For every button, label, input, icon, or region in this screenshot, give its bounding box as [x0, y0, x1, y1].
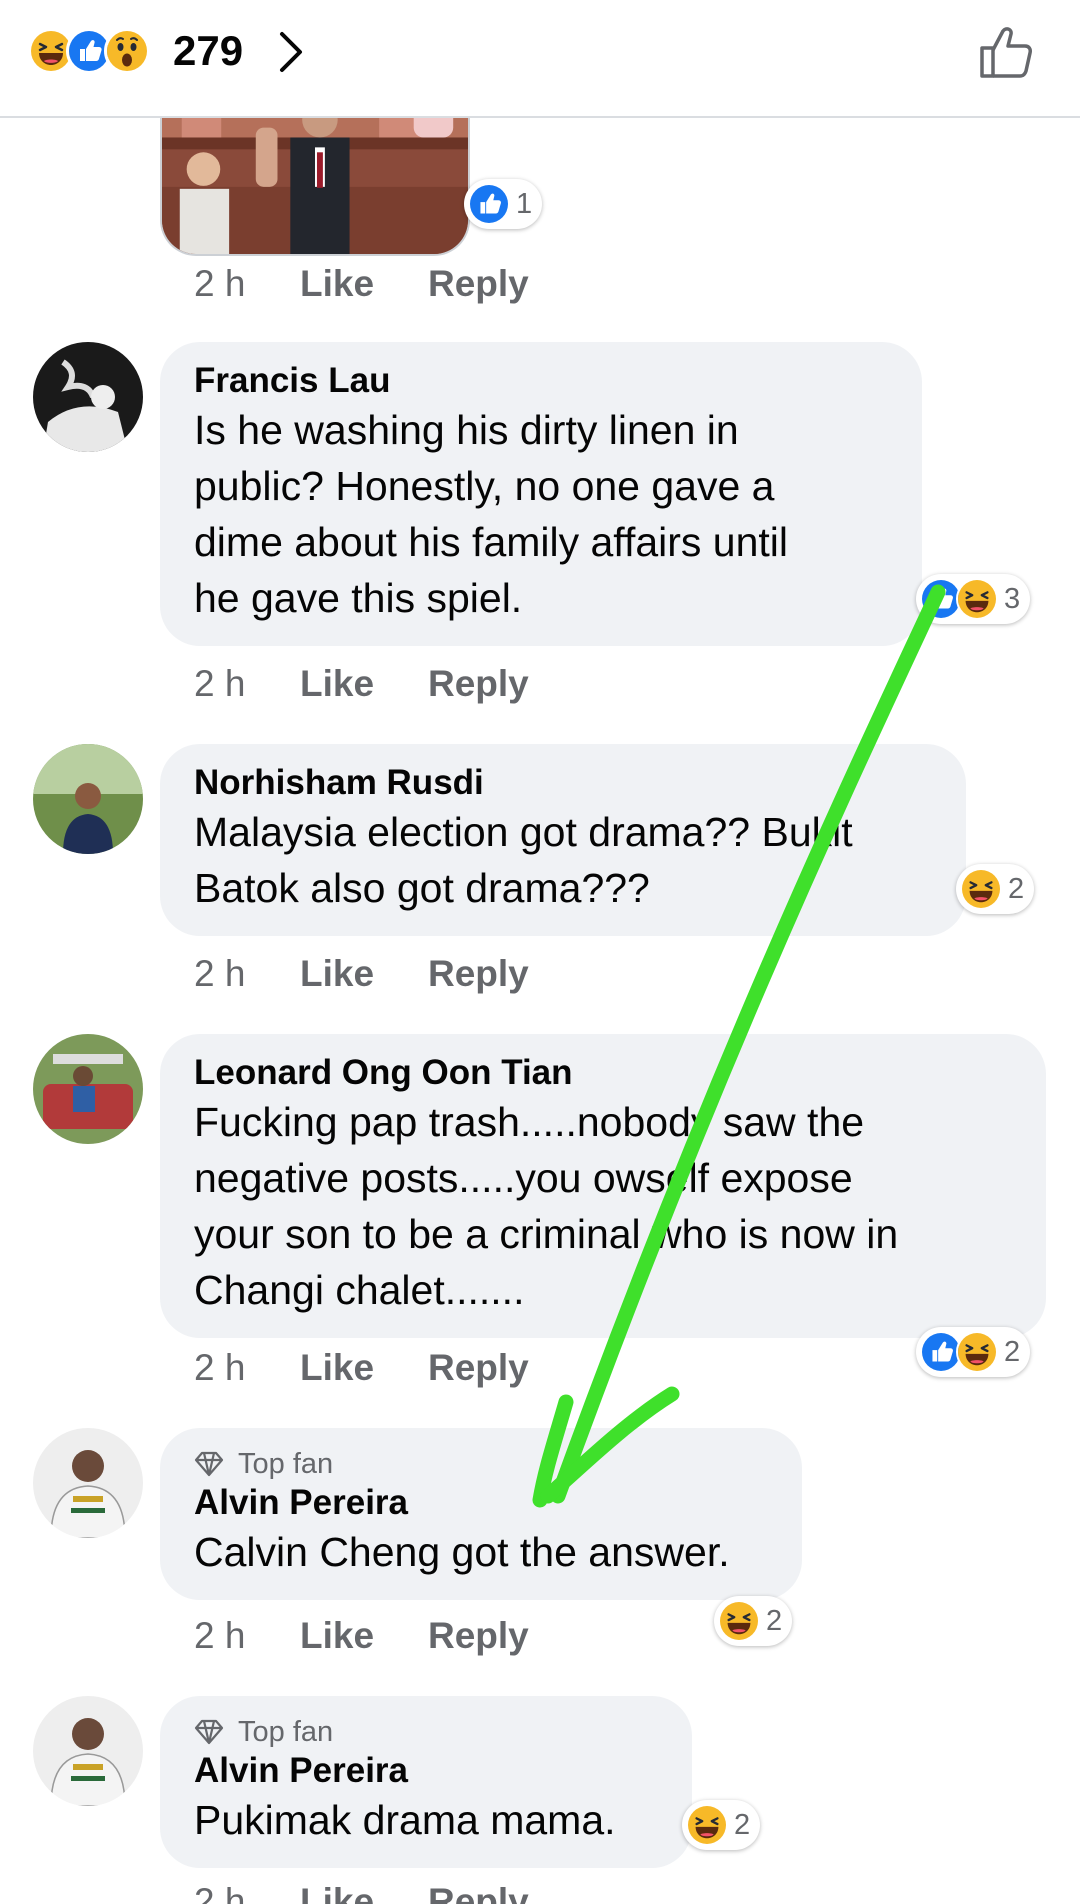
like-link[interactable]: Like — [300, 1880, 428, 1904]
comment-bubble[interactable]: Leonard Ong Oon Tian Fucking pap trash..… — [160, 1034, 1046, 1338]
like-link[interactable]: Like — [300, 262, 428, 306]
comment-text: Pukimak drama mama. — [194, 1797, 616, 1843]
photo-thumbnail[interactable] — [160, 98, 470, 256]
timestamp[interactable]: 2 h — [194, 1614, 300, 1658]
comment-bubble[interactable]: Francis Lau Is he washing his dirty line… — [160, 342, 922, 646]
annotation-arrow — [532, 584, 946, 1508]
like-link[interactable]: Like — [300, 952, 428, 996]
avatar[interactable] — [33, 1034, 143, 1144]
timestamp[interactable]: 2 h — [194, 662, 300, 706]
like-link[interactable]: Like — [300, 662, 428, 706]
comment-text: Is he washing his dirty linen in public?… — [194, 407, 789, 621]
reply-link[interactable]: Reply — [428, 1614, 529, 1658]
reaction-badge[interactable]: 1 — [464, 179, 543, 229]
reply-link[interactable]: Reply — [428, 952, 529, 996]
reaction-badge[interactable]: 2 — [916, 1327, 1031, 1377]
like-icon — [468, 183, 510, 225]
thumbs-up-icon[interactable] — [978, 24, 1036, 82]
timestamp[interactable]: 2 h — [194, 952, 300, 996]
avatar[interactable] — [33, 342, 143, 452]
comment-author[interactable]: Alvin Pereira — [194, 1750, 658, 1792]
haha-icon — [956, 578, 998, 620]
comment-author[interactable]: Alvin Pereira — [194, 1482, 768, 1524]
diamond-icon — [194, 1719, 224, 1745]
comment-meta: 2 h Like Reply — [194, 1880, 529, 1904]
comment-bubble[interactable]: Top fan Alvin Pereira Pukimak drama mama… — [160, 1696, 692, 1868]
top-fan-badge: Top fan — [194, 1446, 768, 1482]
comment-meta: 2 h Like Reply — [194, 1346, 529, 1390]
comment-text: Fucking pap trash.....nobody saw the neg… — [194, 1099, 899, 1313]
comment-author[interactable]: Francis Lau — [194, 360, 888, 402]
reply-link[interactable]: Reply — [428, 1880, 529, 1904]
timestamp[interactable]: 2 h — [194, 1346, 300, 1390]
comment-meta: 2 h Like Reply — [194, 1614, 529, 1658]
reaction-badge[interactable]: 3 — [916, 574, 1031, 624]
reaction-summary[interactable] — [28, 28, 150, 74]
comment-meta: 2 h Like Reply — [194, 952, 529, 996]
reaction-count[interactable]: 279 — [173, 26, 243, 76]
top-fan-badge: Top fan — [194, 1714, 658, 1750]
reply-link[interactable]: Reply — [428, 1346, 529, 1390]
comment-bubble[interactable]: Norhisham Rusdi Malaysia election got dr… — [160, 744, 966, 936]
comment-author[interactable]: Leonard Ong Oon Tian — [194, 1052, 1012, 1094]
reply-link[interactable]: Reply — [428, 262, 529, 306]
comment-text: Calvin Cheng got the answer. — [194, 1529, 730, 1575]
comment-meta: 2 h Like Reply — [194, 662, 529, 706]
reaction-badge[interactable]: 2 — [682, 1800, 761, 1850]
like-link[interactable]: Like — [300, 1614, 428, 1658]
diamond-icon — [194, 1451, 224, 1477]
timestamp[interactable]: 2 h — [194, 262, 300, 306]
reply-link[interactable]: Reply — [428, 662, 529, 706]
timestamp[interactable]: 2 h — [194, 1880, 300, 1904]
comment-bubble[interactable]: Top fan Alvin Pereira Calvin Cheng got t… — [160, 1428, 802, 1600]
avatar[interactable] — [33, 744, 143, 854]
haha-icon — [686, 1804, 728, 1846]
reaction-badge[interactable]: 2 — [956, 864, 1035, 914]
reactions-header: 279 — [0, 0, 1080, 118]
avatar[interactable] — [33, 1428, 143, 1538]
wow-icon — [104, 28, 150, 74]
comment-text: Malaysia election got drama?? Bukit Bato… — [194, 809, 853, 911]
reaction-badge[interactable]: 2 — [714, 1596, 793, 1646]
haha-icon — [956, 1331, 998, 1373]
avatar[interactable] — [33, 1696, 143, 1806]
chevron-right-icon[interactable] — [278, 30, 306, 74]
like-link[interactable]: Like — [300, 1346, 428, 1390]
comment-author[interactable]: Norhisham Rusdi — [194, 762, 932, 804]
comment-meta: 2 h Like Reply — [194, 262, 529, 306]
haha-icon — [718, 1600, 760, 1642]
haha-icon — [960, 868, 1002, 910]
